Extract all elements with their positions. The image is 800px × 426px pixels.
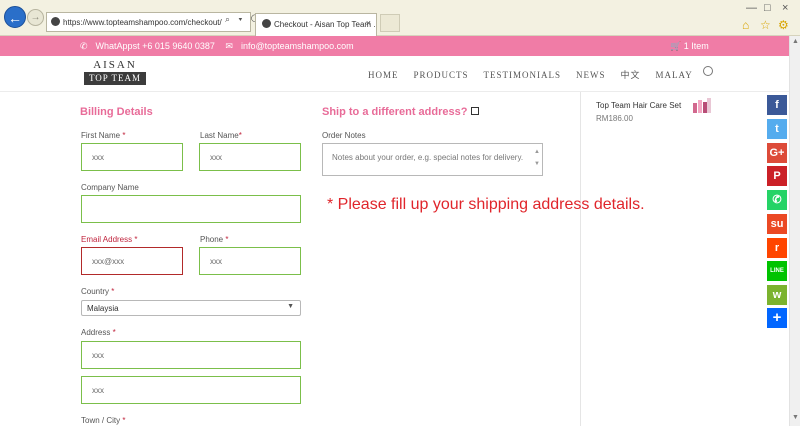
nav-chinese[interactable]: 中文 (621, 70, 641, 80)
stumbleupon-share-icon[interactable]: su (767, 214, 787, 234)
address-label: Address * (81, 328, 116, 337)
last-name-label: Last Name* (200, 131, 242, 140)
cart-item-name[interactable]: Top Team Hair Care Set (596, 101, 681, 110)
scroll-down-icon[interactable]: ▼ (791, 414, 800, 421)
scroll-up-icon[interactable]: ▲ (791, 38, 800, 45)
order-notes-label: Order Notes (322, 131, 366, 140)
nav-products[interactable]: PRODUCTS (414, 70, 469, 80)
tab-favicon-icon (262, 19, 271, 28)
billing-heading: Billing Details (80, 106, 153, 118)
country-select[interactable]: Malaysia ▼ (81, 300, 301, 316)
nav-testimonials[interactable]: TESTIMONIALS (484, 70, 562, 80)
search-icon[interactable] (703, 66, 713, 76)
shipping-notice: * Please fill up your shipping address d… (327, 196, 645, 213)
sidebar-divider (580, 92, 581, 426)
email-icon: ✉ (225, 41, 233, 51)
phone-icon: ✆ (80, 41, 88, 51)
url-text: https://www.topteamshampoo.com/checkout/ (63, 18, 222, 27)
address-bar[interactable]: https://www.topteamshampoo.com/checkout/ (46, 12, 251, 32)
country-label: Country * (81, 287, 115, 296)
first-name-label: First Name * (81, 131, 126, 140)
wechat-share-icon[interactable]: w (767, 285, 787, 305)
reddit-share-icon[interactable]: r (767, 238, 787, 258)
ship-different-heading: Ship to a different address? (322, 106, 480, 118)
contact-email[interactable]: info@topteamshampoo.com (241, 41, 354, 51)
favorites-icon[interactable]: ☆ (760, 18, 771, 32)
maximize-button[interactable]: □ (764, 2, 771, 14)
order-notes-textarea[interactable]: Notes about your order, e.g. special not… (322, 143, 543, 176)
twitter-share-icon[interactable]: t (767, 119, 787, 139)
site-header: AISAN TOP TEAM HOME PRODUCTS TESTIMONIALS N… (0, 56, 800, 92)
phone-input[interactable]: xxx (199, 247, 301, 275)
address-line2-input[interactable]: xxx (81, 376, 301, 404)
order-notes-placeholder: Notes about your order, e.g. special not… (332, 153, 524, 162)
cart-icon: 🛒 (670, 41, 682, 51)
phone-label: Phone * (200, 235, 229, 244)
email-input[interactable]: xxx@xxx (81, 247, 183, 275)
pinterest-share-icon[interactable]: P (767, 166, 787, 186)
browser-chrome: ← → https://www.topteamshampoo.com/check… (0, 0, 800, 36)
google-plus-share-icon[interactable]: G+ (767, 143, 787, 163)
contact-info: ✆ WhatAppst +6 015 9640 0387 ✉ info@toptea… (80, 41, 362, 52)
first-name-input[interactable]: xxx (81, 143, 183, 171)
cart-item-price: RM186.00 (596, 114, 633, 123)
close-window-button[interactable]: × (782, 2, 788, 14)
whatsapp-number[interactable]: WhatAppst +6 015 9640 0387 (96, 41, 215, 51)
company-name-input[interactable] (81, 195, 301, 223)
nav-malay[interactable]: MALAY (656, 70, 693, 80)
whatsapp-share-icon[interactable]: ✆ (767, 190, 787, 210)
tab-close-icon[interactable]: × (366, 18, 371, 28)
town-city-label: Town / City * (81, 416, 126, 425)
back-button[interactable]: ← (4, 6, 26, 28)
textarea-scroll-icon[interactable]: ▲ ▼ (534, 146, 540, 170)
email-label: Email Address * (81, 235, 138, 244)
cart-link[interactable]: 🛒 1 Item (670, 41, 709, 52)
address-line1-input[interactable]: xxx (81, 341, 301, 369)
logo-line1: AISAN (93, 59, 137, 71)
page-scrollbar[interactable]: ▲ ▼ (789, 36, 800, 426)
logo-line2: TOP TEAM (84, 72, 146, 85)
last-name-input[interactable]: xxx (199, 143, 301, 171)
country-value: Malaysia (87, 304, 119, 313)
line-share-icon[interactable]: LINE (767, 261, 787, 281)
main-nav: HOME PRODUCTS TESTIMONIALS NEWS 中文 MALAY (368, 68, 708, 81)
nav-news[interactable]: NEWS (576, 70, 606, 80)
product-thumbnail[interactable] (692, 97, 712, 113)
company-name-label: Company Name (81, 183, 139, 192)
facebook-share-icon[interactable]: f (767, 95, 787, 115)
site-favicon-icon (51, 17, 60, 26)
chevron-down-icon: ▼ (287, 303, 294, 310)
generic-share-icon[interactable]: + (767, 308, 787, 328)
ship-different-checkbox[interactable] (471, 107, 480, 115)
forward-button[interactable]: → (27, 9, 44, 26)
settings-gear-icon[interactable]: ⚙ (778, 18, 789, 32)
nav-home[interactable]: HOME (368, 70, 399, 80)
contact-bar: ✆ WhatAppst +6 015 9640 0387 ✉ info@toptea… (0, 36, 800, 56)
cart-count: 1 Item (683, 41, 709, 51)
new-tab-button[interactable] (380, 14, 400, 32)
tab-title: Checkout - Aisan Top Team ... (274, 20, 377, 29)
minimize-button[interactable]: — (746, 2, 757, 14)
home-icon[interactable]: ⌂ (742, 18, 749, 32)
site-logo[interactable]: AISAN TOP TEAM (84, 59, 146, 87)
tab-checkout[interactable]: Checkout - Aisan Top Team ... × (255, 13, 377, 36)
